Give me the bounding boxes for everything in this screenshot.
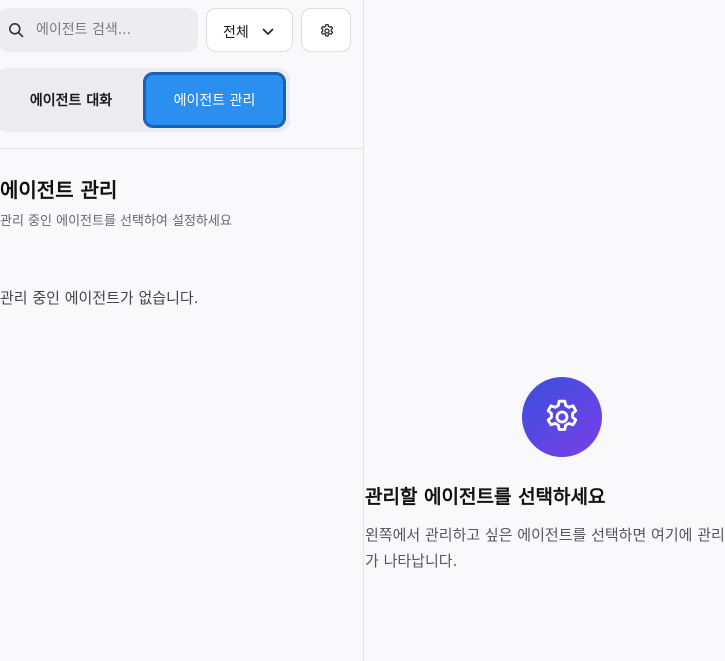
empty-state-message: 관리 중인 에이전트가 없습니다. <box>0 289 199 307</box>
agent-detail-panel: 관리할 에이전트를 선택하세요 왼쪽에서 관리하고 싶은 에이전트를 선택하면 … <box>365 0 725 661</box>
settings-button[interactable] <box>301 8 351 52</box>
gear-icon <box>320 24 334 37</box>
agent-sidebar: 전체 에이전트 대화 에이전트 관리 에이전트 관리 관리 중인 에이전트를 선… <box>0 0 364 661</box>
filter-dropdown[interactable]: 전체 <box>206 8 293 52</box>
tab-agent-management[interactable]: 에이전트 관리 <box>143 72 286 128</box>
detail-title: 관리할 에이전트를 선택하세요 <box>365 486 606 508</box>
section-title: 에이전트 관리 <box>0 178 118 202</box>
hero-badge <box>522 377 602 457</box>
search-input[interactable] <box>36 8 191 52</box>
detail-description: 왼쪽에서 관리하고 싶은 에이전트를 선택하면 여기에 관리 인터페이스가 나타… <box>365 526 725 570</box>
search-icon <box>8 22 24 38</box>
search-box[interactable] <box>0 8 198 52</box>
chevron-down-icon <box>261 24 275 38</box>
mode-tabs: 에이전트 대화 에이전트 관리 <box>0 68 290 132</box>
filter-selected-value: 전체 <box>223 25 249 41</box>
section-subtitle: 관리 중인 에이전트를 선택하여 설정하세요 <box>0 214 232 229</box>
agent-app: 전체 에이전트 대화 에이전트 관리 에이전트 관리 관리 중인 에이전트를 선… <box>0 0 725 661</box>
gear-icon <box>546 399 578 431</box>
divider <box>0 148 364 149</box>
tab-agent-chat[interactable]: 에이전트 대화 <box>0 72 142 128</box>
